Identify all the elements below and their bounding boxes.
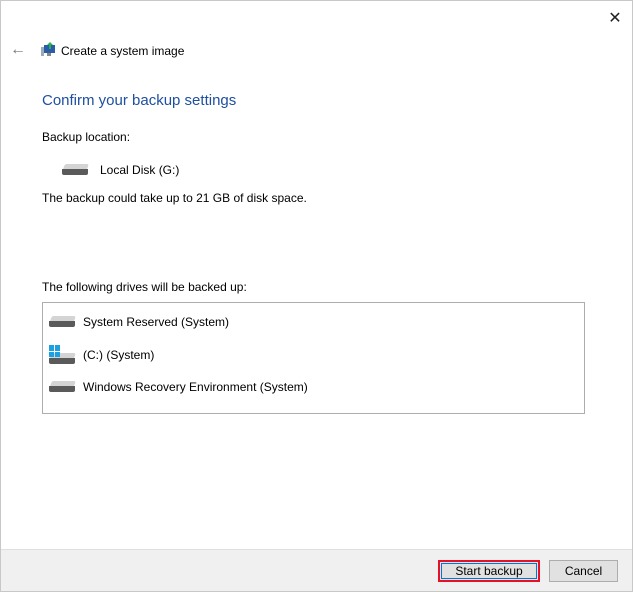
windows-logo-icon (49, 345, 61, 357)
drive-name: (C:) (System) (83, 348, 155, 362)
drive-icon (62, 164, 90, 176)
backup-location-name: Local Disk (G:) (100, 163, 180, 177)
list-item: System Reserved (System) (49, 312, 229, 332)
list-item: (C:) (System) (49, 345, 154, 365)
drive-icon (49, 381, 77, 393)
backup-location: Local Disk (G:) (62, 163, 179, 177)
system-image-icon (41, 42, 55, 56)
drives-list: System Reserved (System) (C:) (System) W… (42, 302, 585, 414)
drives-label: The following drives will be backed up: (42, 280, 247, 294)
window-title: Create a system image (61, 44, 185, 58)
cancel-button[interactable]: Cancel (549, 560, 618, 582)
close-button[interactable]: ✕ (601, 7, 629, 31)
windows-drive-icon (49, 345, 77, 365)
button-bar: Start backup Cancel (1, 549, 632, 591)
drive-name: System Reserved (System) (83, 315, 230, 329)
list-item: Windows Recovery Environment (System) (49, 377, 308, 397)
start-backup-button[interactable]: Start backup (438, 560, 540, 582)
drive-icon (49, 316, 77, 328)
space-note: The backup could take up to 21 GB of dis… (42, 191, 307, 205)
backup-location-label: Backup location: (42, 130, 131, 144)
back-arrow-icon[interactable]: ← (10, 41, 26, 59)
drive-name: Windows Recovery Environment (System) (83, 380, 308, 394)
start-backup-label: Start backup (455, 564, 523, 578)
page-heading: Confirm your backup settings (42, 92, 237, 109)
dialog-window: ✕ ← Create a system image Confirm your b… (0, 0, 633, 592)
